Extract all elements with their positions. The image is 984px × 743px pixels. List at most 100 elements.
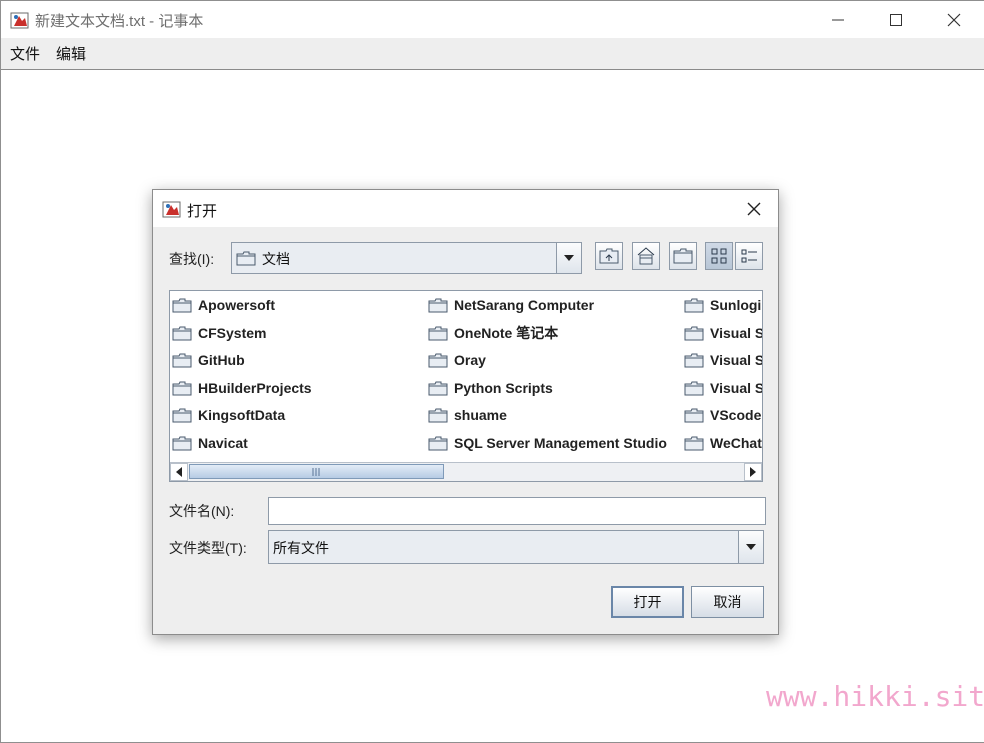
maximize-icon [890, 13, 902, 26]
list-item[interactable]: Visual S [684, 378, 763, 398]
file-name: GitHub [198, 352, 245, 368]
file-name: HBuilderProjects [198, 380, 312, 396]
filetype-combo[interactable]: 所有文件 [268, 530, 764, 564]
dialog-title-bar[interactable]: 打开 [153, 190, 778, 227]
window-title: 新建文本文档.txt - 记事本 [35, 13, 204, 30]
list-item[interactable]: Visual S [684, 323, 763, 343]
list-item[interactable]: VScode [684, 405, 761, 425]
list-item[interactable]: GitHub [172, 350, 245, 370]
menu-edit[interactable]: 编辑 [56, 43, 86, 64]
look-in-combo[interactable]: 文档 [231, 242, 582, 274]
new-folder-icon [673, 248, 693, 264]
close-button[interactable] [925, 1, 983, 38]
list-item[interactable]: WeChat [684, 433, 762, 453]
file-name: SQL Server Management Studio [454, 435, 667, 451]
folder-icon [428, 326, 448, 340]
folder-icon [428, 353, 448, 367]
list-item[interactable]: SQL Server Management Studio [428, 433, 667, 453]
details-view-icon [741, 249, 757, 263]
file-list[interactable]: Apowersoft CFSystem GitHub HBuilderProje… [169, 290, 763, 482]
file-name: NetSarang Computer [454, 297, 595, 313]
list-item[interactable]: OneNote 笔记本 [428, 323, 558, 343]
list-item[interactable]: Python Scripts [428, 378, 553, 398]
file-name: Visual S [710, 380, 763, 396]
look-in-dropdown-button[interactable] [556, 243, 581, 273]
up-folder-button[interactable] [595, 242, 623, 270]
list-item[interactable]: Oray [428, 350, 486, 370]
cancel-button[interactable]: 取消 [691, 586, 764, 618]
app-icon [162, 201, 181, 218]
file-name: WeChat [710, 435, 762, 451]
open-file-dialog: 打开 查找(I): 文档 Apowersoft CFSystem GitHub … [152, 189, 779, 635]
folder-icon [172, 381, 192, 395]
dialog-title: 打开 [187, 203, 218, 220]
arrow-right-icon [750, 467, 756, 477]
scroll-left-button[interactable] [170, 463, 188, 481]
maximize-button[interactable] [867, 1, 925, 38]
folder-icon [428, 381, 448, 395]
look-in-value: 文档 [262, 251, 290, 267]
menu-bar: 文件 编辑 [1, 38, 984, 70]
filename-input[interactable] [268, 497, 766, 525]
close-icon [947, 13, 961, 26]
file-name: Apowersoft [198, 297, 275, 313]
scroll-right-button[interactable] [744, 463, 762, 481]
list-view-button[interactable] [705, 242, 733, 270]
folder-icon [236, 251, 256, 266]
file-name: OneNote 笔记本 [454, 325, 559, 341]
open-button[interactable]: 打开 [611, 586, 684, 618]
list-item[interactable]: KingsoftData [172, 405, 285, 425]
folder-icon [428, 436, 448, 450]
list-item[interactable]: HBuilderProjects [172, 378, 312, 398]
menu-file[interactable]: 文件 [10, 43, 40, 64]
look-in-label: 查找(I): [169, 251, 215, 267]
file-name: Sunlogi [710, 297, 762, 313]
folder-icon [684, 436, 704, 450]
folder-icon [684, 381, 704, 395]
file-name: Oray [454, 352, 486, 368]
folder-icon [428, 298, 448, 312]
file-name: VScode [710, 407, 762, 423]
folder-icon [684, 353, 704, 367]
list-item[interactable]: shuame [428, 405, 507, 425]
folder-icon [684, 298, 704, 312]
filename-label: 文件名(N): [169, 503, 235, 519]
file-name: Navicat [198, 435, 248, 451]
list-item[interactable]: CFSystem [172, 323, 266, 343]
folder-icon [172, 408, 192, 422]
file-name: Python Scripts [454, 380, 553, 396]
folder-icon [172, 353, 192, 367]
title-bar[interactable]: 新建文本文档.txt - 记事本 [1, 1, 984, 38]
file-name: KingsoftData [198, 407, 286, 423]
up-folder-icon [599, 248, 619, 264]
folder-icon [684, 408, 704, 422]
minimize-button[interactable] [809, 1, 867, 38]
folder-icon [172, 298, 192, 312]
filetype-dropdown-button[interactable] [738, 531, 763, 563]
folder-icon [172, 436, 192, 450]
folder-icon [428, 408, 448, 422]
list-item[interactable]: Navicat [172, 433, 248, 453]
new-folder-button[interactable] [669, 242, 697, 270]
list-item[interactable]: Sunlogi [684, 295, 761, 315]
list-item[interactable]: NetSarang Computer [428, 295, 594, 315]
home-button[interactable] [632, 242, 660, 270]
list-item[interactable]: Apowersoft [172, 295, 275, 315]
file-name: CFSystem [198, 325, 267, 341]
file-name: Visual S [710, 325, 763, 341]
horizontal-scrollbar[interactable] [170, 462, 762, 481]
folder-icon [684, 326, 704, 340]
list-view-icon [711, 248, 727, 264]
close-icon[interactable] [743, 198, 765, 220]
chevron-down-icon [564, 255, 574, 261]
arrow-left-icon [176, 467, 182, 477]
chevron-down-icon [746, 544, 756, 550]
folder-icon [172, 326, 192, 340]
filetype-value: 所有文件 [273, 540, 329, 556]
home-icon [637, 247, 655, 265]
grip-icon [312, 468, 320, 476]
details-view-button[interactable] [735, 242, 763, 270]
scroll-thumb[interactable] [189, 464, 444, 479]
watermark: www.hikki.site [766, 680, 984, 713]
list-item[interactable]: Visual S [684, 350, 762, 370]
